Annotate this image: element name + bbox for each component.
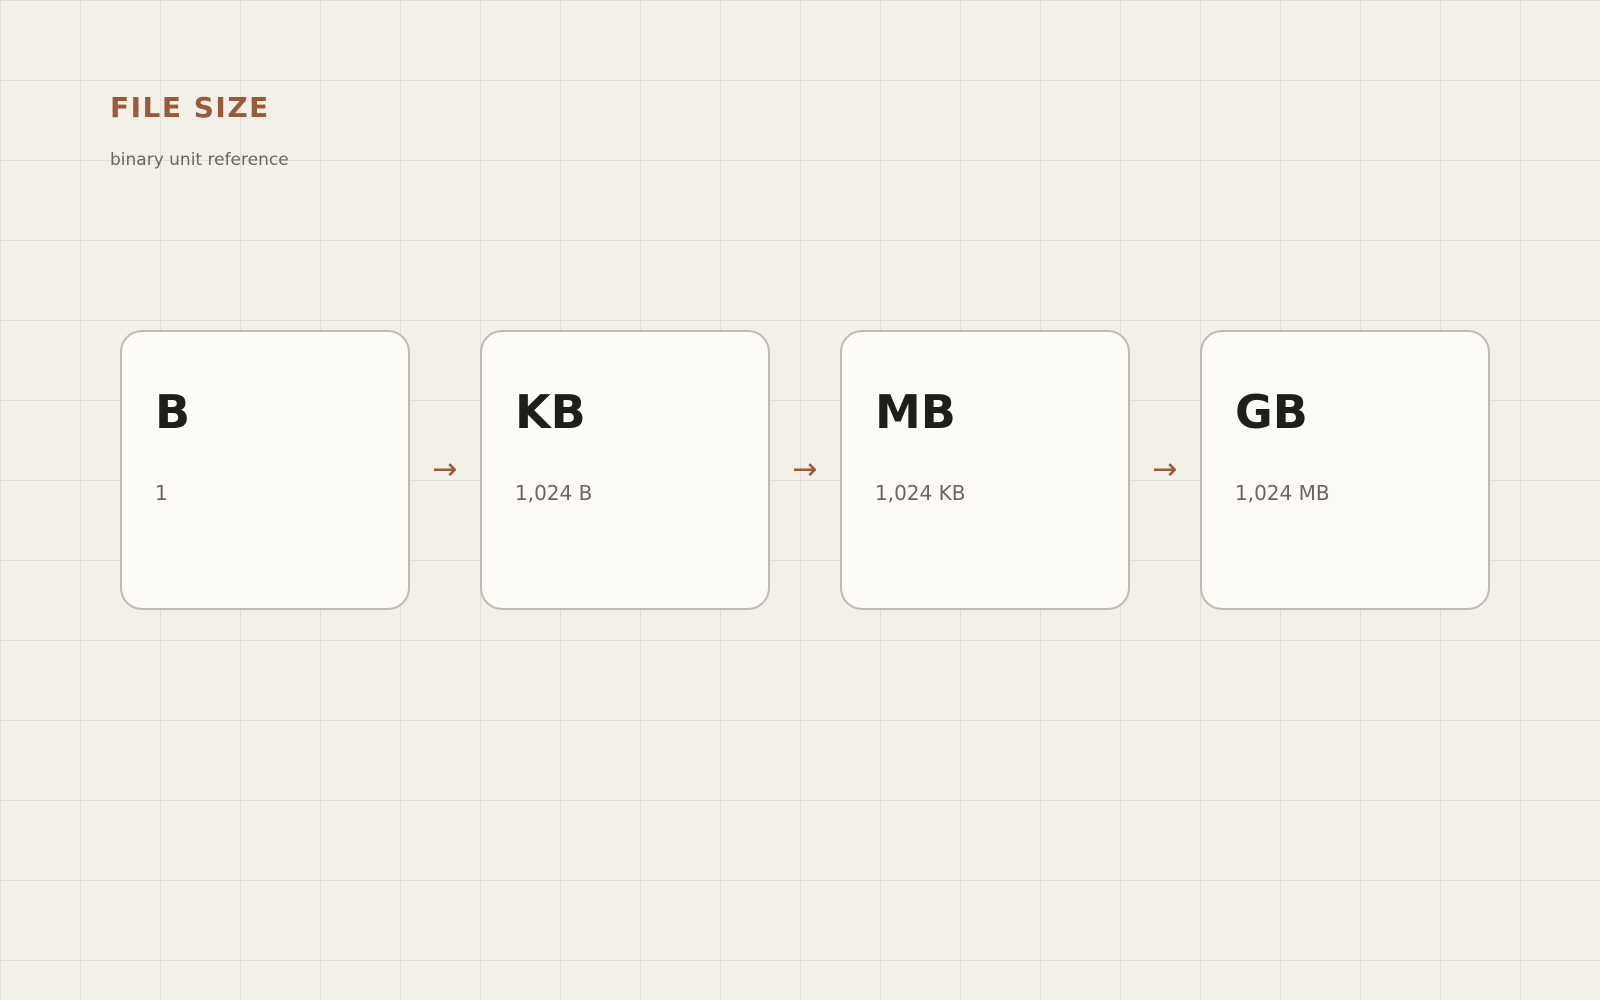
unit-name: KB: [515, 385, 586, 439]
diagram-subtitle: binary unit reference: [110, 150, 289, 170]
unit-card-mb: MB 1,024 KB: [840, 330, 1130, 610]
unit-card-kb: KB 1,024 B: [480, 330, 770, 610]
unit-value: 1,024 MB: [1235, 481, 1330, 505]
arrow-right-icon: →: [432, 452, 458, 487]
unit-value: 1: [155, 481, 168, 505]
arrow-right-icon: →: [1152, 452, 1178, 487]
unit-value: 1,024 B: [515, 481, 593, 505]
arrow-right-icon: →: [792, 452, 818, 487]
unit-name: MB: [875, 385, 956, 439]
unit-card-gb: GB 1,024 MB: [1200, 330, 1490, 610]
unit-name: GB: [1235, 385, 1308, 439]
unit-flow: B 1 → KB 1,024 B → MB 1,024 KB → GB 1,02…: [120, 330, 1490, 610]
diagram-header: FILE SIZE binary unit reference: [110, 88, 289, 172]
unit-value: 1,024 KB: [875, 481, 966, 505]
unit-card-b: B 1: [120, 330, 410, 610]
diagram-title: FILE SIZE: [110, 91, 270, 124]
unit-name: B: [155, 385, 191, 439]
